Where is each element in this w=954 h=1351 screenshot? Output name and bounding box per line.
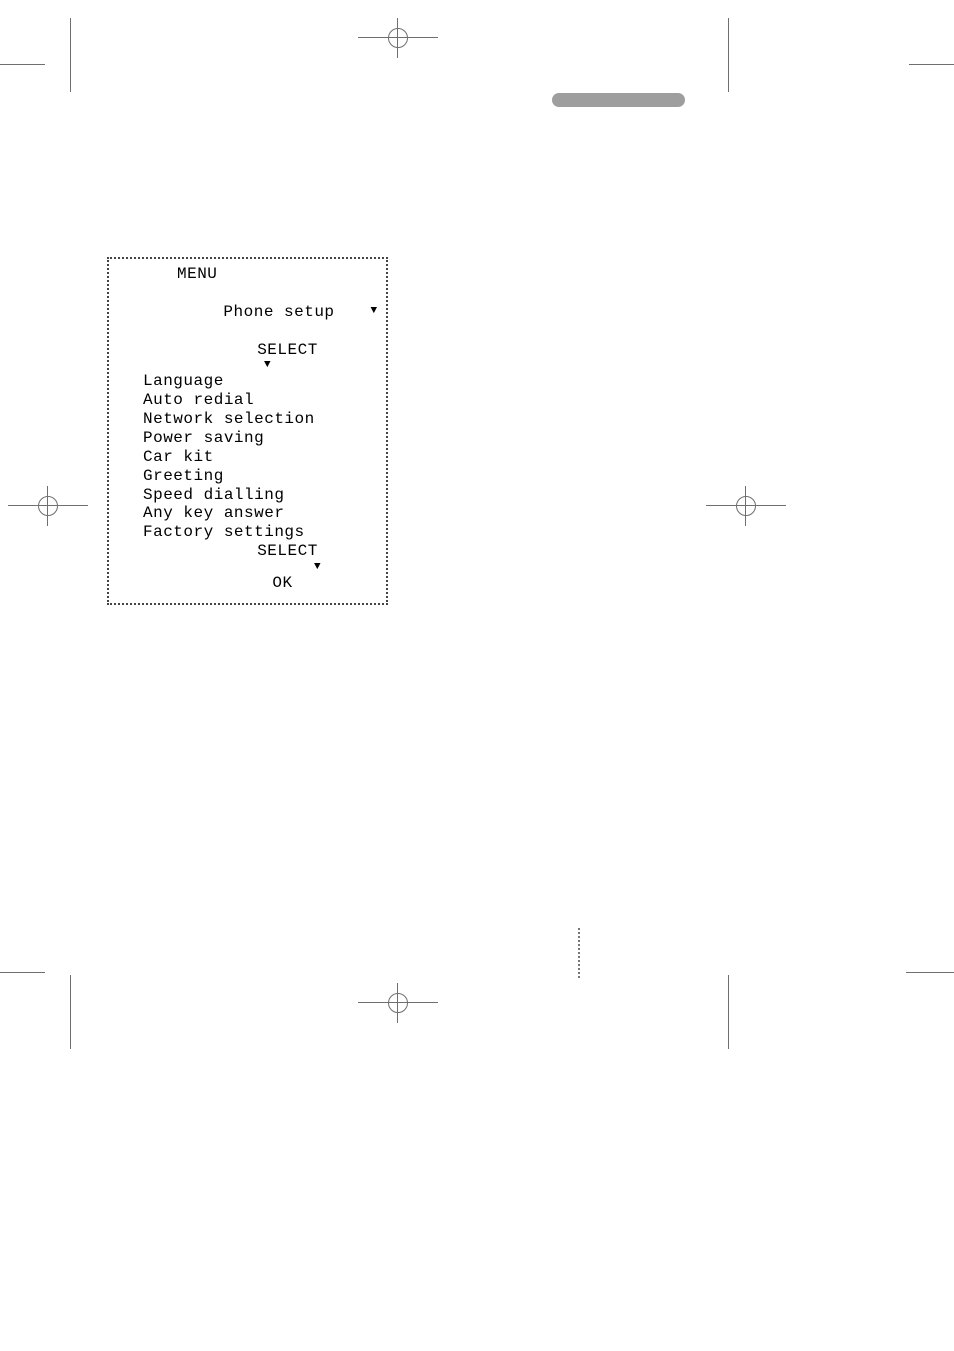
menu-item[interactable]: Any key answer — [119, 504, 376, 523]
crop-mark-bottom-left — [0, 959, 60, 1019]
menu-screen-box: MENU Phone setup ▼ SELECT ▼ Language Auto… — [107, 257, 388, 605]
chevron-down-icon: ▼ — [119, 359, 376, 372]
menu-item[interactable]: Auto redial — [119, 391, 376, 410]
menu-current-label: Phone setup — [223, 303, 334, 321]
registration-mark-right — [706, 486, 786, 526]
menu-item[interactable]: Speed dialling — [119, 486, 376, 505]
menu-item[interactable]: Greeting — [119, 467, 376, 486]
registration-mark-left — [8, 486, 88, 526]
crop-mark-top-left — [0, 18, 60, 78]
menu-item[interactable]: Power saving — [119, 429, 376, 448]
registration-mark-top — [358, 18, 438, 58]
menu-title: MENU — [119, 265, 376, 284]
crop-mark-top-right — [894, 18, 954, 78]
menu-current-item[interactable]: Phone setup ▼ — [119, 284, 376, 341]
select-softkey[interactable]: SELECT — [119, 341, 376, 360]
crop-mark-bottom-right — [894, 959, 954, 1019]
dotted-divider — [578, 928, 580, 978]
select-softkey[interactable]: SELECT — [119, 542, 376, 561]
menu-item[interactable]: Factory settings — [119, 523, 376, 542]
menu-item[interactable]: Car kit — [119, 448, 376, 467]
chevron-down-icon: ▼ — [371, 305, 378, 318]
thumb-tab — [552, 93, 685, 107]
registration-mark-bottom — [358, 983, 438, 1023]
chevron-down-icon: ▼ — [119, 561, 376, 574]
ok-softkey[interactable]: OK — [119, 574, 376, 593]
menu-item[interactable]: Language — [119, 372, 376, 391]
menu-item[interactable]: Network selection — [119, 410, 376, 429]
